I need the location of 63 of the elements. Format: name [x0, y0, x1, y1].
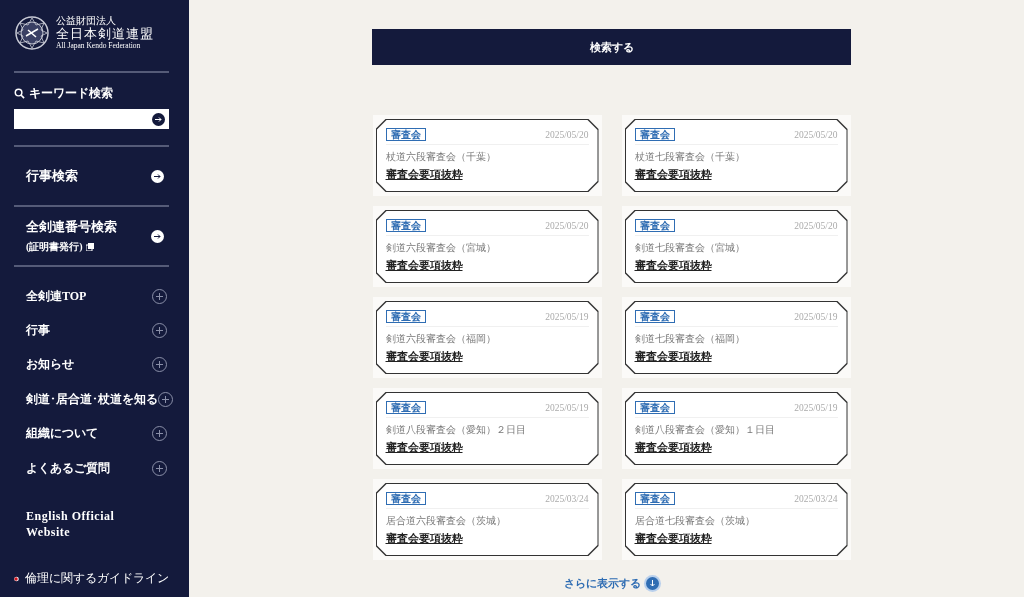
menu-item[interactable]: 全剣連TOP: [14, 279, 169, 314]
arrow-right-icon[interactable]: [152, 112, 165, 126]
search-button[interactable]: 検索する: [372, 29, 851, 65]
event-title: 居合道七段審査会（茨城）: [634, 514, 756, 528]
search-link[interactable]: 全剣連番号検索 (証明書発行): [14, 205, 169, 265]
event-title: 剣道六段審査会（福岡）: [385, 332, 497, 346]
date-text: 2025/05/19: [794, 311, 838, 322]
guideline-link[interactable]: 倫理に関するガイドライン: [14, 570, 169, 587]
arrow-right-icon: [151, 169, 164, 183]
date-text: 2025/05/19: [545, 402, 589, 413]
document-link[interactable]: 審査会要項抜粋: [385, 167, 463, 182]
category-tag: 審査会: [385, 219, 426, 232]
date-text: 2025/03/24: [794, 493, 838, 504]
date-text: 2025/05/19: [794, 402, 838, 413]
event-title: 剣道七段審査会（福岡）: [634, 332, 746, 346]
menu-item[interactable]: 組織について: [14, 416, 169, 451]
category-tag: 審査会: [634, 401, 675, 414]
document-link[interactable]: 審査会要項抜粋: [385, 531, 463, 546]
category-tag: 審査会: [385, 128, 426, 141]
load-more-link[interactable]: さらに表示する: [564, 576, 659, 591]
category-tag: 審査会: [385, 401, 426, 414]
event-title: 杖道六段審査会（千葉）: [385, 150, 497, 164]
search-icon: [14, 88, 25, 99]
date-text: 2025/05/20: [794, 220, 838, 231]
category-tag: 審査会: [634, 492, 675, 505]
menu-item[interactable]: よくあるご質問: [14, 450, 169, 486]
org-name: 全日本剣道連盟: [56, 26, 154, 42]
menu-item[interactable]: 剣道･居合道･杖道を知る: [14, 382, 169, 417]
document-link[interactable]: 審査会要項抜粋: [634, 531, 712, 546]
category-tag: 審査会: [634, 128, 675, 141]
document-link[interactable]: 審査会要項抜粋: [385, 258, 463, 273]
document-link[interactable]: 審査会要項抜粋: [634, 258, 712, 273]
event-title: 杖道七段審査会（千葉）: [634, 150, 746, 164]
menu-item[interactable]: お知らせ: [14, 347, 169, 383]
emblem-logo: [14, 15, 50, 51]
category-tag: 審査会: [634, 219, 675, 232]
event-title: 居合道六段審査会（茨城）: [385, 514, 507, 528]
menu-item[interactable]: 行事: [14, 313, 169, 348]
event-title: 剣道八段審査会（愛知）２日目: [385, 423, 527, 437]
document-link[interactable]: 審査会要項抜粋: [634, 167, 712, 182]
arrow-down-icon: [646, 577, 659, 590]
keyword-search-field[interactable]: [14, 109, 169, 129]
document-link[interactable]: 審査会要項抜粋: [385, 440, 463, 455]
date-text: 2025/05/19: [545, 311, 589, 322]
category-tag: 審査会: [385, 492, 426, 505]
date-text: 2025/03/24: [545, 493, 589, 504]
event-title: 剣道八段審査会（愛知）１日目: [634, 423, 776, 437]
arrow-right-icon: [151, 229, 164, 243]
document-link[interactable]: 審査会要項抜粋: [385, 349, 463, 364]
search-link[interactable]: 行事検索: [14, 145, 169, 205]
date-text: 2025/05/20: [545, 220, 589, 231]
keyword-search-label: キーワード検索: [29, 85, 113, 102]
document-link[interactable]: 審査会要項抜粋: [634, 349, 712, 364]
event-title: 剣道七段審査会（宮城）: [634, 241, 746, 255]
event-title: 剣道六段審査会（宮城）: [385, 241, 497, 255]
english-site-link[interactable]: English Official Website: [26, 509, 136, 541]
category-tag: 審査会: [385, 310, 426, 323]
document-link[interactable]: 審査会要項抜粋: [634, 440, 712, 455]
org-type: 公益財団法人: [56, 15, 116, 27]
copy-icon: [85, 242, 94, 251]
date-text: 2025/05/20: [545, 129, 589, 140]
category-tag: 審査会: [634, 310, 675, 323]
date-text: 2025/05/20: [794, 129, 838, 140]
